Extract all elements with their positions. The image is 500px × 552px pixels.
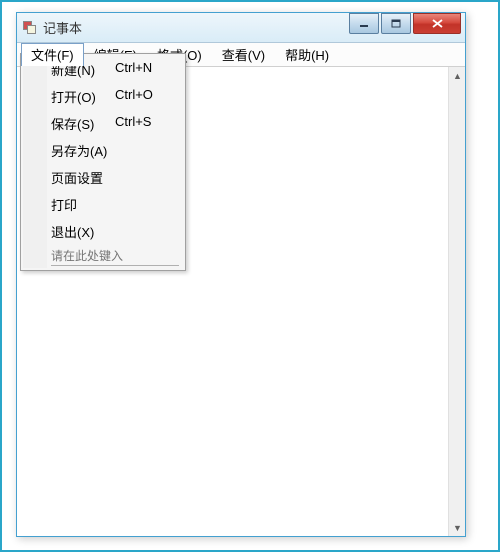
menu-item-label: 保存(S): [51, 114, 111, 133]
menu-item-label: 页面设置: [51, 168, 111, 187]
menu-item-label: 退出(X): [51, 222, 111, 241]
vertical-scrollbar[interactable]: ▲ ▼: [448, 67, 465, 536]
menu-item-label: 另存为(A): [51, 141, 111, 160]
menu-item-shortcut: Ctrl+S: [115, 114, 151, 133]
menu-item-shortcut: Ctrl+N: [115, 60, 152, 79]
menu-item-label: 打印: [51, 195, 111, 214]
menu-item-page-setup[interactable]: 页面设置: [23, 164, 183, 191]
menu-view[interactable]: 查看(V): [212, 43, 275, 66]
scroll-down-arrow-icon[interactable]: ▼: [449, 519, 466, 536]
menu-item-exit[interactable]: 退出(X): [23, 218, 183, 245]
close-button[interactable]: [413, 13, 461, 34]
menu-item-shortcut: Ctrl+O: [115, 87, 153, 106]
menu-item-save[interactable]: 保存(S) Ctrl+S: [23, 110, 183, 137]
close-icon: [432, 19, 443, 28]
menu-type-here-input[interactable]: [51, 247, 179, 266]
file-dropdown-menu: 新建(N) Ctrl+N 打开(O) Ctrl+O 保存(S) Ctrl+S 另…: [20, 53, 186, 271]
menu-item-save-as[interactable]: 另存为(A): [23, 137, 183, 164]
menu-type-here-item: [23, 245, 183, 268]
maximize-button[interactable]: [381, 13, 411, 34]
minimize-button[interactable]: [349, 13, 379, 34]
menu-file[interactable]: 文件(F): [21, 43, 84, 66]
menu-help[interactable]: 帮助(H): [275, 43, 339, 66]
app-icon: [23, 21, 37, 35]
scroll-up-arrow-icon[interactable]: ▲: [449, 67, 466, 84]
menu-item-print[interactable]: 打印: [23, 191, 183, 218]
window-controls: [349, 13, 465, 34]
titlebar[interactable]: 记事本: [17, 13, 465, 43]
minimize-icon: [359, 20, 369, 28]
menu-item-open[interactable]: 打开(O) Ctrl+O: [23, 83, 183, 110]
maximize-icon: [391, 19, 401, 28]
menu-item-label: 打开(O): [51, 87, 111, 106]
window-title: 记事本: [43, 18, 82, 37]
